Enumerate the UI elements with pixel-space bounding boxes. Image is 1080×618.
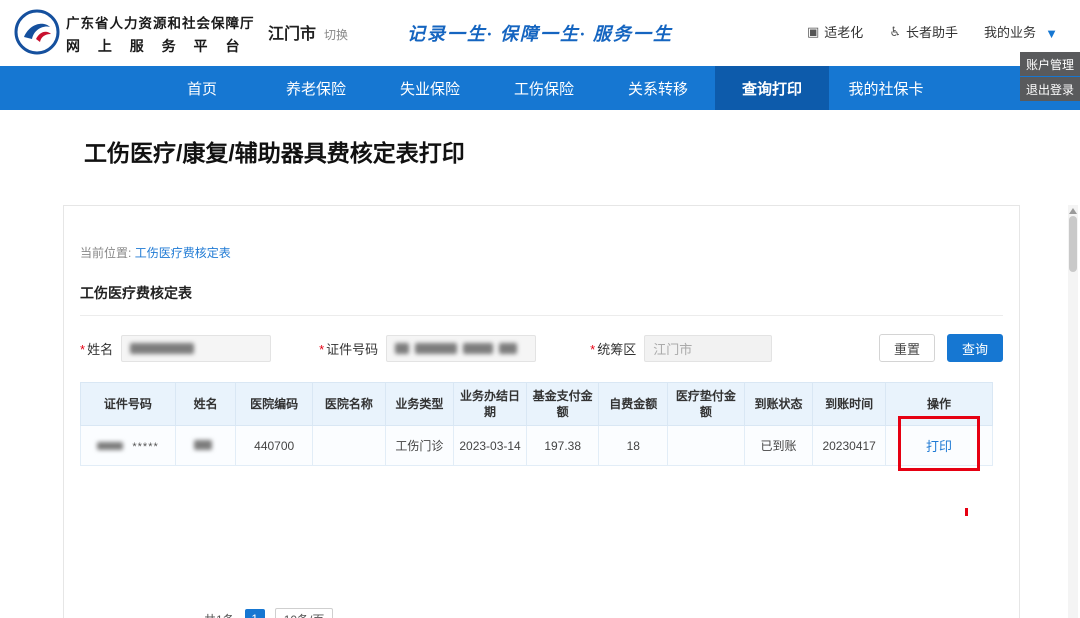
page-size-select[interactable]: 10条/页 (275, 608, 334, 618)
col-header-business-type: 业务类型 (385, 383, 454, 426)
name-input[interactable] (121, 335, 271, 362)
region-input[interactable]: 江门市 (644, 335, 772, 362)
form-buttons: 重置 查询 (879, 334, 1003, 362)
content-panel: 当前位置: 工伤医疗费核定表 工伤医疗费核定表 *姓名 *证件号码 *统筹区 江… (63, 205, 1020, 618)
cell-arrival-time: 20230417 (813, 426, 886, 466)
cell-arrival-status: 已到账 (744, 426, 813, 466)
account-dropdown-menu: 账户管理 退出登录 (1020, 52, 1080, 102)
menu-item-account-management[interactable]: 账户管理 (1020, 52, 1080, 76)
redacted-id-segment (395, 343, 409, 354)
nav-item-transfer[interactable]: 关系转移 (601, 66, 715, 110)
redacted-id-segment (463, 343, 493, 354)
reset-button[interactable]: 重置 (879, 334, 935, 362)
required-mark: * (590, 342, 595, 357)
accessibility-mode-button[interactable]: ▣ 适老化 (807, 22, 863, 41)
cell-finish-date: 2023-03-14 (454, 426, 527, 466)
region-value: 江门市 (653, 339, 692, 358)
table-header-row: 证件号码 姓名 医院编码 医院名称 业务类型 业务办结日期 基金支付金额 自费金… (81, 383, 993, 426)
cell-fund-amount: 197.38 (526, 426, 599, 466)
required-mark: * (319, 342, 324, 357)
col-header-arrival-status: 到账状态 (744, 383, 813, 426)
query-form: *姓名 *证件号码 *统筹区 江门市 重置 查询 (80, 334, 1003, 362)
elder-helper-button[interactable]: ♿ 长者助手 (889, 22, 958, 41)
pagination: 共1条 1 10条/页 (204, 608, 333, 618)
accessibility-icon: ▣ (807, 24, 819, 40)
cell-id-number: ***** (81, 426, 176, 466)
redacted-name-value (194, 440, 212, 450)
redacted-id-segment (499, 343, 517, 354)
section-title: 工伤医疗费核定表 (80, 283, 1003, 316)
col-header-advance-amount: 医疗垫付金额 (668, 383, 745, 426)
col-header-arrival-time: 到账时间 (813, 383, 886, 426)
col-header-hospital-code: 医院编码 (236, 383, 313, 426)
query-button[interactable]: 查询 (947, 334, 1003, 362)
col-header-fund-amount: 基金支付金额 (526, 383, 599, 426)
page-title: 工伤医疗/康复/辅助器具费核定表打印 (84, 134, 465, 168)
pagination-total: 共1条 (204, 611, 235, 618)
nav-item-unemployment[interactable]: 失业保险 (373, 66, 487, 110)
col-header-name: 姓名 (175, 383, 236, 426)
scrollbar-thumb[interactable] (1069, 216, 1077, 272)
table-row: ***** 440700 工伤门诊 2023-03-14 197.38 18 已… (81, 426, 993, 466)
cell-action: 打印 (885, 426, 992, 466)
scroll-up-arrow-icon[interactable] (1069, 208, 1077, 214)
name-field-label: *姓名 (80, 339, 113, 358)
col-header-hospital-name: 医院名称 (313, 383, 386, 426)
redacted-id-segment (415, 343, 457, 354)
cell-business-type: 工伤门诊 (385, 426, 454, 466)
cell-hospital-code: 440700 (236, 426, 313, 466)
breadcrumb-label: 当前位置: (80, 246, 131, 260)
my-business-label: 我的业务 (984, 22, 1036, 41)
app-window: 广东省人力资源和社会保障厅 网 上 服 务 平 台 江门市 切换 记录一生· 保… (0, 0, 1080, 618)
main-nav: 首页 养老保险 失业保险 工伤保险 关系转移 查询打印 我的社保卡 (0, 66, 1080, 110)
nav-item-query-print[interactable]: 查询打印 (715, 66, 829, 110)
col-header-action: 操作 (885, 383, 992, 426)
nav-item-social-card[interactable]: 我的社保卡 (829, 66, 943, 110)
cell-self-amount: 18 (599, 426, 668, 466)
red-mark (965, 508, 968, 516)
vertical-scrollbar[interactable] (1068, 205, 1078, 618)
col-header-finish-date: 业务办结日期 (454, 383, 527, 426)
page-number-button[interactable]: 1 (245, 609, 265, 618)
cell-advance-amount (668, 426, 745, 466)
print-link[interactable]: 打印 (926, 439, 952, 454)
wheelchair-icon: ♿ (889, 24, 901, 40)
col-header-id: 证件号码 (81, 383, 176, 426)
nav-item-home[interactable]: 首页 (145, 66, 259, 110)
breadcrumb: 当前位置: 工伤医疗费核定表 (80, 244, 1003, 261)
region-field-label: *统筹区 (590, 339, 636, 358)
breadcrumb-current-link[interactable]: 工伤医疗费核定表 (135, 246, 231, 260)
my-business-button[interactable]: 我的业务 (984, 22, 1036, 41)
nav-item-work-injury[interactable]: 工伤保险 (487, 66, 601, 110)
id-field-label: *证件号码 (319, 339, 378, 358)
col-header-self-amount: 自费金额 (599, 383, 668, 426)
nav-item-pension[interactable]: 养老保险 (259, 66, 373, 110)
id-mask-text: ***** (132, 441, 158, 453)
account-menu-caret-icon[interactable]: ▼ (1045, 26, 1058, 41)
required-mark: * (80, 342, 85, 357)
accessibility-label: 适老化 (824, 22, 863, 41)
menu-item-logout[interactable]: 退出登录 (1020, 77, 1080, 101)
header-toolbar: ▣ 适老化 ♿ 长者助手 我的业务 (807, 22, 1036, 41)
redacted-id-value (97, 442, 123, 450)
top-header: 广东省人力资源和社会保障厅 网 上 服 务 平 台 江门市 切换 记录一生· 保… (0, 0, 1080, 66)
id-number-input[interactable] (386, 335, 536, 362)
redacted-name-value (130, 343, 194, 354)
results-table: 证件号码 姓名 医院编码 医院名称 业务类型 业务办结日期 基金支付金额 自费金… (80, 382, 993, 466)
cell-hospital-name (313, 426, 386, 466)
cell-name (175, 426, 236, 466)
elder-helper-label: 长者助手 (906, 22, 958, 41)
